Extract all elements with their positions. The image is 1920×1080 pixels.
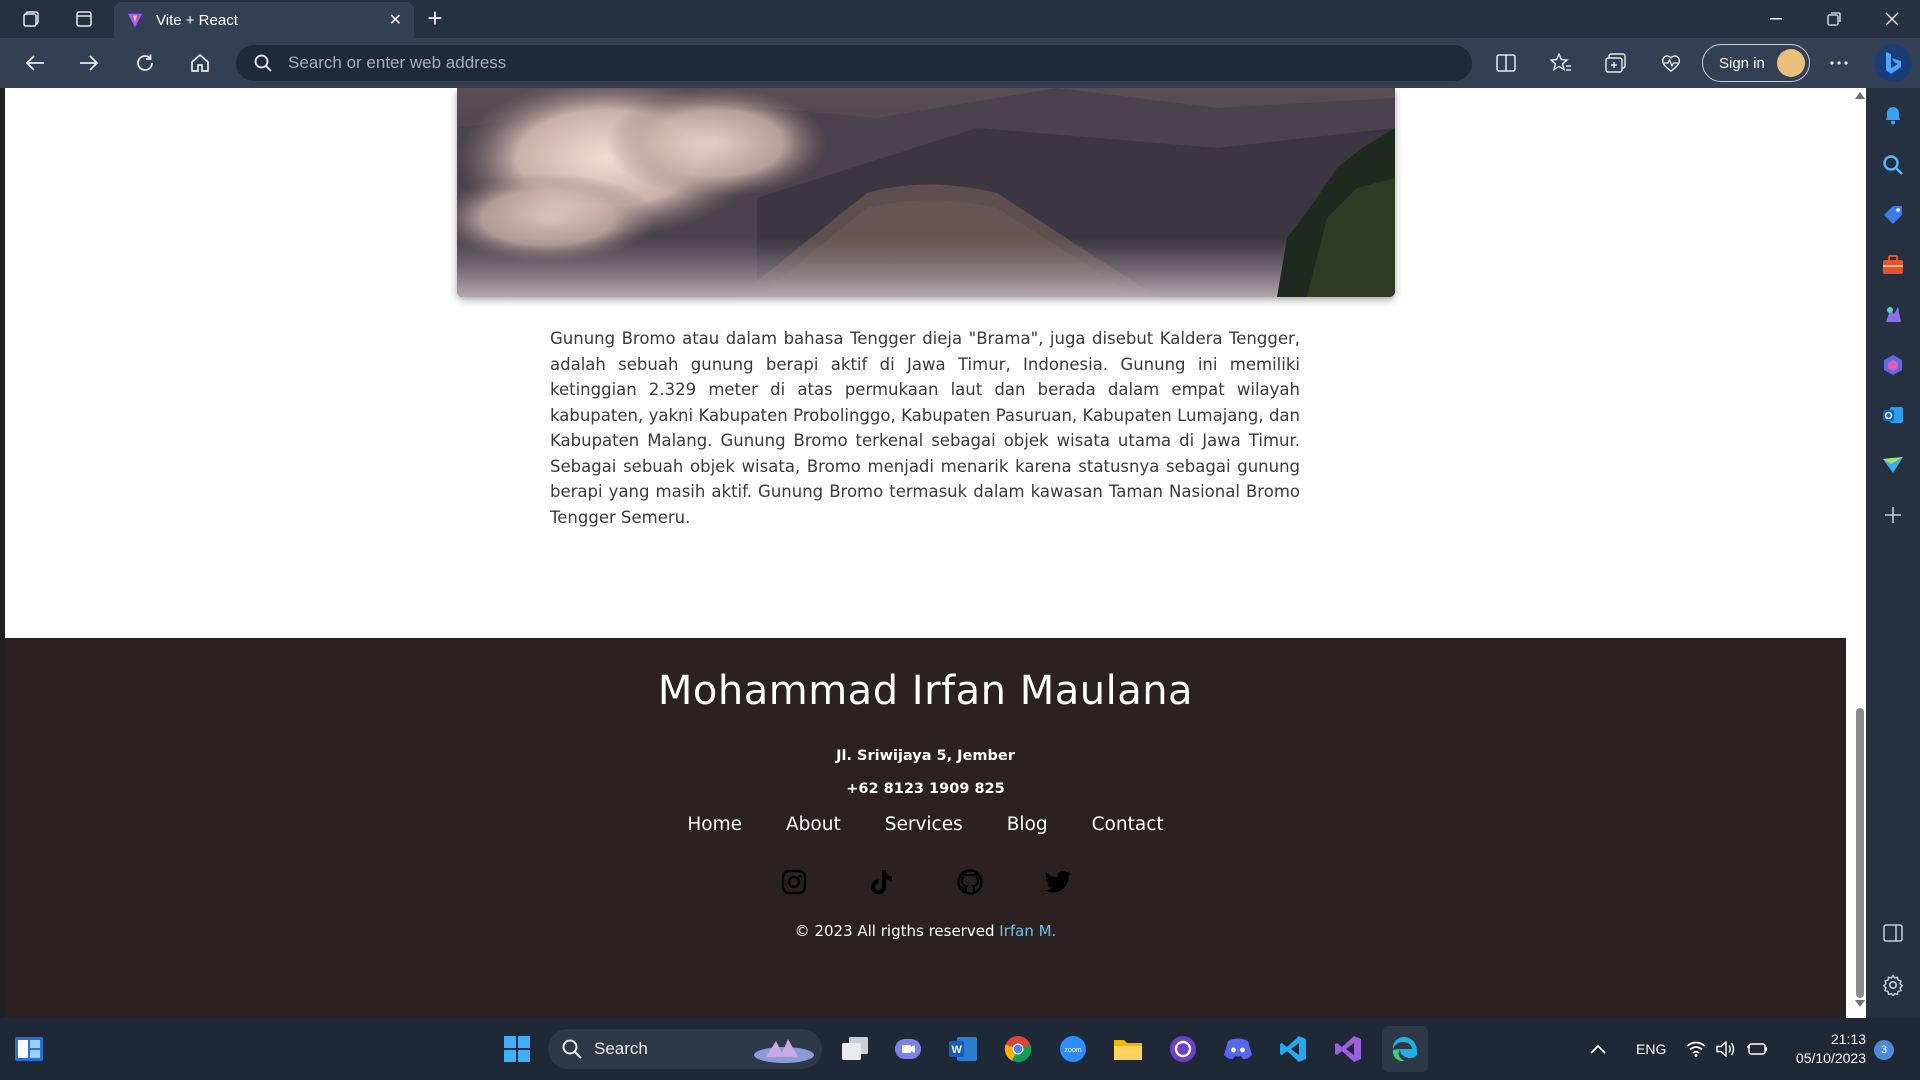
restore-button[interactable] xyxy=(1806,0,1862,38)
scrollbar-thumb[interactable] xyxy=(1856,708,1864,998)
notification-bell-icon[interactable] xyxy=(1880,102,1906,128)
search-highlight-icon xyxy=(754,1039,814,1063)
refresh-button[interactable] xyxy=(128,47,162,79)
footer-name: Mohammad Irfan Maulana xyxy=(657,668,1194,714)
footer-nav-home[interactable]: Home xyxy=(687,814,742,835)
tab-active[interactable]: Vite + React ✕ xyxy=(114,2,414,38)
vite-favicon-icon xyxy=(127,13,143,28)
taskbar-search-label: Search xyxy=(594,1039,648,1058)
minimize-button[interactable] xyxy=(1748,0,1804,38)
edge-sidebar xyxy=(1866,88,1920,1018)
footer-nav-about[interactable]: About xyxy=(786,814,841,835)
svg-text:W: W xyxy=(952,1044,963,1056)
wifi-icon[interactable] xyxy=(1686,1018,1706,1080)
bing-copilot-icon[interactable] xyxy=(1874,44,1912,82)
windows-start-icon[interactable] xyxy=(500,1032,534,1066)
page-viewport: Gunung Bromo atau dalam bahasa Tengger d… xyxy=(5,88,1866,1018)
address-placeholder: Search or enter web address xyxy=(288,53,507,72)
battery-icon[interactable] xyxy=(1746,1018,1768,1080)
footer-nav-blog[interactable]: Blog xyxy=(1007,814,1048,835)
volume-icon[interactable] xyxy=(1716,1018,1736,1080)
tiktok-icon[interactable] xyxy=(868,868,896,896)
edge-taskbar-icon[interactable] xyxy=(1382,1026,1428,1072)
twitter-icon[interactable] xyxy=(1044,868,1072,896)
vscode-icon[interactable] xyxy=(1276,1032,1310,1066)
tab-actions-icon[interactable] xyxy=(68,6,100,32)
footer-nav: Home About Services Blog Contact xyxy=(5,814,1846,835)
settings-gear-icon[interactable] xyxy=(1880,972,1906,998)
word-icon[interactable]: W xyxy=(946,1032,980,1066)
search-sidebar-icon[interactable] xyxy=(1880,152,1906,178)
copyright-author-link[interactable]: Irfan M. xyxy=(999,922,1056,940)
close-tab-icon[interactable]: ✕ xyxy=(389,10,402,30)
workspaces-icon[interactable] xyxy=(16,6,48,32)
teams-chat-icon[interactable] xyxy=(891,1032,925,1066)
chrome-icon[interactable] xyxy=(1001,1032,1035,1066)
instagram-icon[interactable] xyxy=(780,868,808,896)
footer-address: Jl. Sriwijaya 5, Jember xyxy=(836,748,1015,764)
footer-phone: +62 8123 1909 825 xyxy=(846,781,1005,797)
notification-badge[interactable]: 3 xyxy=(1874,1040,1894,1060)
forward-button[interactable] xyxy=(72,47,106,79)
tools-briefcase-icon[interactable] xyxy=(1880,252,1906,278)
footer-nav-services[interactable]: Services xyxy=(885,814,963,835)
shopping-tag-icon[interactable] xyxy=(1880,202,1906,228)
sign-in-label: Sign in xyxy=(1719,54,1765,72)
scroll-up-arrow-icon[interactable] xyxy=(1855,92,1865,99)
back-button[interactable] xyxy=(18,47,52,79)
taskbar-clock[interactable]: 21:13 05/10/2023 xyxy=(1782,1030,1866,1068)
games-icon[interactable] xyxy=(1880,302,1906,328)
search-icon xyxy=(254,54,272,72)
close-window-button[interactable] xyxy=(1864,0,1920,38)
task-view-icon[interactable] xyxy=(838,1032,872,1066)
split-screen-icon[interactable] xyxy=(1489,47,1523,79)
social-links xyxy=(5,868,1846,896)
github-icon[interactable] xyxy=(956,868,984,896)
clock-date: 05/10/2023 xyxy=(1795,1050,1866,1066)
github-desktop-icon[interactable] xyxy=(1166,1032,1200,1066)
svg-text:zoom: zoom xyxy=(1065,1047,1082,1054)
more-options-icon[interactable] xyxy=(1822,47,1856,79)
scroll-down-arrow-icon[interactable] xyxy=(1855,1000,1865,1007)
avatar xyxy=(1777,49,1805,77)
hide-sidebar-icon[interactable] xyxy=(1880,920,1906,946)
browser-essentials-icon[interactable] xyxy=(1654,47,1688,79)
tab-title: Vite + React xyxy=(156,11,238,29)
drop-send-icon[interactable] xyxy=(1880,452,1906,478)
footer-nav-contact[interactable]: Contact xyxy=(1092,814,1164,835)
show-hidden-icons-chevron-icon[interactable] xyxy=(1590,1018,1606,1080)
zoom-icon[interactable]: zoom xyxy=(1056,1032,1090,1066)
microsoft365-icon[interactable] xyxy=(1880,352,1906,378)
copyright-text: © 2023 All rigths reserved xyxy=(794,922,1000,940)
vertical-scrollbar[interactable] xyxy=(1853,88,1866,1018)
home-button[interactable] xyxy=(183,47,217,79)
visual-studio-icon[interactable] xyxy=(1331,1032,1365,1066)
add-sidebar-app-icon[interactable] xyxy=(1880,502,1906,528)
clock-time: 21:13 xyxy=(1830,1031,1866,1047)
hero-image-bromo xyxy=(457,88,1395,297)
address-bar[interactable]: Search or enter web address xyxy=(236,45,1472,81)
outlook-icon[interactable] xyxy=(1880,402,1906,428)
discord-icon[interactable] xyxy=(1221,1032,1255,1066)
file-explorer-icon[interactable] xyxy=(1111,1032,1145,1066)
browser-toolbar: Search or enter web address Sign in xyxy=(0,38,1920,88)
sign-in-button[interactable]: Sign in xyxy=(1702,44,1810,82)
windows-taskbar: Search W zoom ENG 21:13 05/10/2023 3 xyxy=(0,1018,1920,1080)
new-tab-button[interactable]: + xyxy=(420,4,450,34)
favorites-icon[interactable] xyxy=(1544,47,1578,79)
widgets-icon[interactable] xyxy=(12,1032,46,1066)
taskbar-search[interactable]: Search xyxy=(548,1029,822,1069)
footer: Mohammad Irfan Maulana Jl. Sriwijaya 5, … xyxy=(5,638,1846,1018)
copyright: © 2023 All rigths reserved Irfan M. xyxy=(5,922,1846,940)
language-indicator[interactable]: ENG xyxy=(1636,1018,1666,1080)
article-paragraph: Gunung Bromo atau dalam bahasa Tengger d… xyxy=(550,329,1300,527)
collections-icon[interactable] xyxy=(1599,47,1633,79)
tab-bar: Vite + React ✕ + xyxy=(0,0,1920,38)
search-icon xyxy=(562,1039,582,1059)
